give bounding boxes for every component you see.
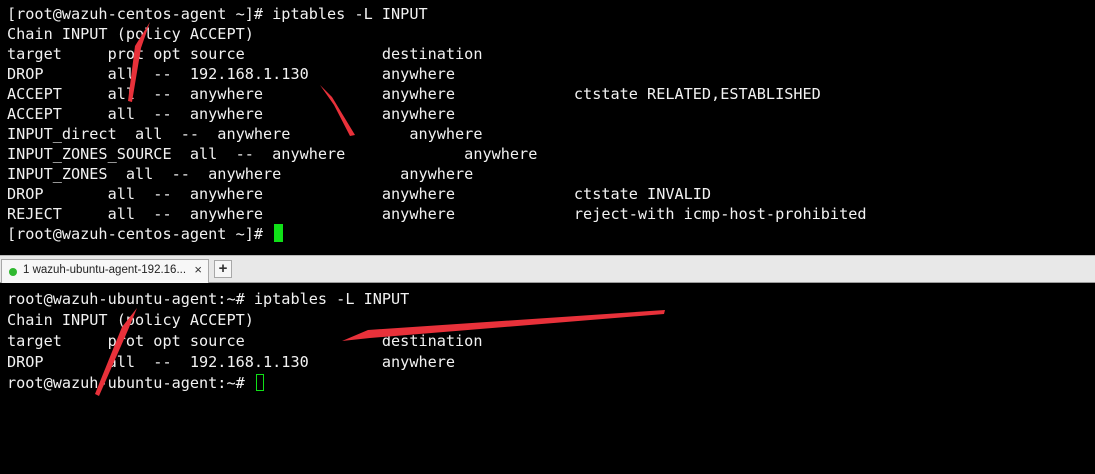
column-header: target prot opt source destination (7, 332, 483, 350)
rule-row: ACCEPT all -- anywhere anywhere ctstate … (7, 85, 821, 103)
column-header: target prot opt source destination (7, 45, 483, 63)
chain-header: Chain INPUT (policy ACCEPT) (7, 311, 254, 329)
session-tab-bar: 1 wazuh-ubuntu-agent-192.16... × + (0, 255, 1095, 283)
prompt-line: root@wazuh-ubuntu-agent:~# (7, 373, 264, 393)
rule-row: INPUT_ZONES all -- anywhere anywhere (7, 165, 474, 183)
terminal-cursor (274, 224, 284, 242)
rule-row: ACCEPT all -- anywhere anywhere (7, 105, 456, 123)
terminal-bottom[interactable]: root@wazuh-ubuntu-agent:~# iptables -L I… (0, 283, 1095, 474)
rule-row: DROP all -- 192.168.1.130 anywhere (7, 65, 456, 83)
session-tab[interactable]: 1 wazuh-ubuntu-agent-192.16... × (1, 259, 209, 283)
terminal-top[interactable]: [root@wazuh-centos-agent ~]# iptables -L… (0, 0, 1095, 255)
rule-row: DROP all -- 192.168.1.130 anywhere (7, 353, 456, 371)
rule-row: INPUT_direct all -- anywhere anywhere (7, 125, 483, 143)
session-tab-label: 1 wazuh-ubuntu-agent-192.16... (23, 264, 187, 276)
prompt-text: root@wazuh-ubuntu-agent:~# (7, 374, 254, 392)
rule-row: INPUT_ZONES_SOURCE all -- anywhere anywh… (7, 145, 538, 163)
terminal-cursor (255, 374, 264, 391)
chain-header: Chain INPUT (policy ACCEPT) (7, 25, 254, 43)
rule-row: DROP all -- anywhere anywhere ctstate IN… (7, 185, 712, 203)
prompt-line: [root@wazuh-centos-agent ~]# (7, 224, 284, 244)
prompt-command-line: root@wazuh-ubuntu-agent:~# iptables -L I… (7, 290, 410, 308)
prompt-command-line: [root@wazuh-centos-agent ~]# iptables -L… (7, 5, 428, 23)
close-icon[interactable]: × (194, 262, 202, 277)
rule-row: REJECT all -- anywhere anywhere reject-w… (7, 205, 867, 223)
prompt-text: [root@wazuh-centos-agent ~]# (7, 225, 273, 243)
new-tab-button[interactable]: + (214, 260, 232, 278)
connected-status-icon (9, 268, 17, 276)
